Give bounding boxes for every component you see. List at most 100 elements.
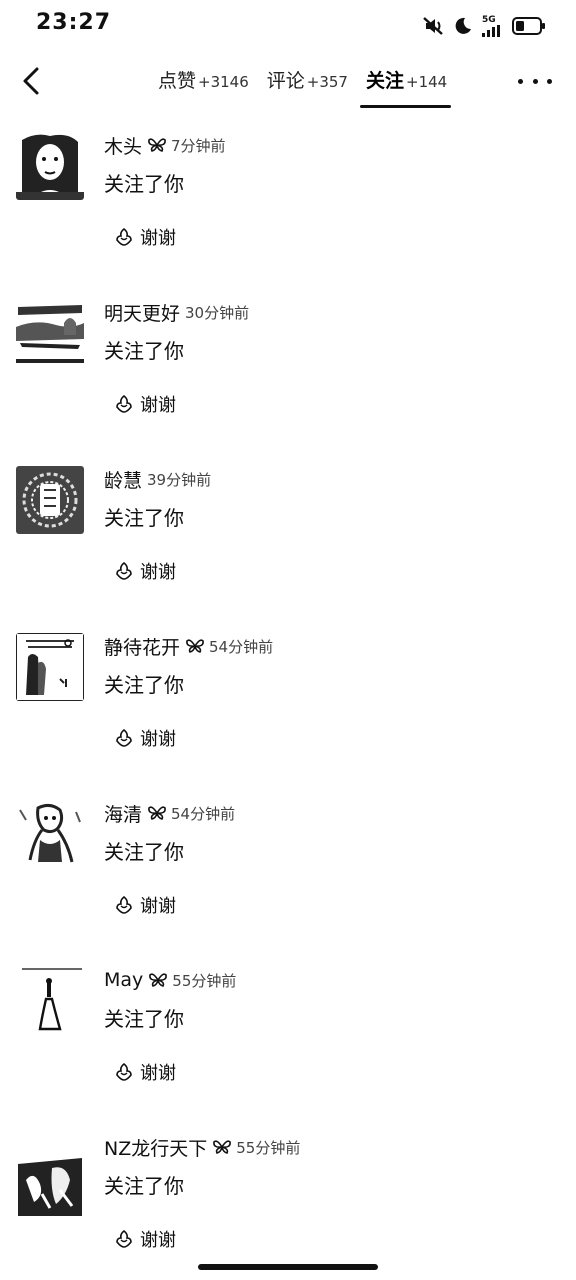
thanks-label: 谢谢 bbox=[140, 562, 176, 583]
user-name[interactable]: May bbox=[104, 969, 143, 991]
user-name[interactable]: 木头 bbox=[104, 132, 142, 159]
tab-comments[interactable]: 评论 +357 bbox=[267, 66, 348, 93]
user-name[interactable]: 龄慧 bbox=[104, 466, 142, 493]
butterfly-badge-icon bbox=[149, 973, 168, 987]
avatar[interactable] bbox=[16, 466, 84, 534]
name-row: NZ龙行天下 55分钟前 bbox=[104, 1134, 556, 1160]
top-nav: 点赞 +3146 评论 +357 关注 +144 bbox=[0, 52, 576, 110]
thanks-label: 谢谢 bbox=[140, 1230, 176, 1251]
thanks-button[interactable]: 谢谢 bbox=[114, 224, 176, 250]
name-row: 静待花开 54分钟前 bbox=[104, 633, 556, 659]
user-name[interactable]: 海清 bbox=[104, 800, 142, 827]
name-row: 木头 7分钟前 bbox=[104, 132, 556, 158]
time-ago: 55分钟前 bbox=[236, 1138, 301, 1157]
time-ago: 54分钟前 bbox=[209, 637, 274, 656]
thanks-button[interactable]: 谢谢 bbox=[114, 1226, 176, 1252]
action-text: 关注了你 bbox=[104, 673, 184, 697]
butterfly-badge-icon bbox=[186, 639, 204, 653]
flower-icon bbox=[116, 561, 132, 580]
list-item: NZ龙行天下 55分钟前 关注了你 谢谢 bbox=[0, 1128, 576, 1280]
signal-icon: 5G bbox=[482, 15, 502, 37]
time-ago: 55分钟前 bbox=[172, 971, 237, 990]
butterfly-badge-icon bbox=[213, 1140, 232, 1154]
avatar[interactable] bbox=[16, 132, 84, 200]
action-text: 关注了你 bbox=[104, 840, 184, 864]
butterfly-badge-icon bbox=[148, 138, 166, 152]
tab-label: 点赞 bbox=[158, 70, 197, 92]
flower-icon bbox=[116, 394, 132, 413]
flower-icon bbox=[116, 1062, 132, 1081]
avatar[interactable] bbox=[16, 299, 84, 367]
user-name[interactable]: 明天更好 bbox=[104, 299, 180, 326]
dot-icon bbox=[518, 78, 523, 84]
thanks-button[interactable]: 谢谢 bbox=[114, 558, 176, 584]
thanks-label: 谢谢 bbox=[140, 896, 176, 917]
chevron-left-icon bbox=[23, 67, 39, 95]
action-text: 关注了你 bbox=[104, 339, 184, 363]
tab-bar: 点赞 +3146 评论 +357 关注 +144 bbox=[158, 66, 465, 108]
thanks-button[interactable]: 谢谢 bbox=[114, 1059, 176, 1085]
notification-body: 明天更好 30分钟前 关注了你 bbox=[104, 299, 556, 364]
flower-icon bbox=[116, 1229, 132, 1248]
action-text: 关注了你 bbox=[104, 1174, 184, 1198]
thanks-label: 谢谢 bbox=[140, 1063, 176, 1084]
list-item: 龄慧 39分钟前 关注了你 谢谢 bbox=[0, 460, 576, 627]
user-name[interactable]: 静待花开 bbox=[104, 633, 180, 660]
butterfly-badge-icon bbox=[148, 806, 166, 820]
active-tab-indicator bbox=[359, 105, 452, 108]
tab-count: +357 bbox=[306, 73, 348, 91]
avatar[interactable] bbox=[16, 1150, 84, 1218]
back-button[interactable] bbox=[14, 64, 48, 98]
notification-body: 海清 54分钟前 关注了你 bbox=[104, 800, 556, 865]
name-row: 龄慧 39分钟前 bbox=[104, 466, 556, 492]
avatar[interactable] bbox=[16, 800, 84, 868]
notification-body: 木头 7分钟前 关注了你 bbox=[104, 132, 556, 197]
notification-list: 木头 7分钟前 关注了你 谢谢 明天更好 30分钟前 关注了你 谢谢 龄慧 39… bbox=[0, 126, 576, 1280]
tab-label: 关注 bbox=[365, 70, 404, 92]
tab-likes[interactable]: 点赞 +3146 bbox=[158, 66, 249, 93]
dot-icon bbox=[547, 78, 552, 84]
notification-body: May 55分钟前 关注了你 bbox=[104, 967, 556, 1032]
mute-icon bbox=[422, 16, 444, 36]
notification-body: 龄慧 39分钟前 关注了你 bbox=[104, 466, 556, 531]
thanks-button[interactable]: 谢谢 bbox=[114, 892, 176, 918]
avatar[interactable] bbox=[16, 967, 84, 1035]
thanks-button[interactable]: 谢谢 bbox=[114, 391, 176, 417]
thanks-label: 谢谢 bbox=[140, 395, 176, 416]
status-bar: 23:27 5G bbox=[0, 0, 576, 50]
thanks-label: 谢谢 bbox=[140, 729, 176, 750]
moon-icon bbox=[454, 17, 472, 35]
time-ago: 54分钟前 bbox=[171, 804, 236, 823]
tab-count: +3146 bbox=[198, 73, 249, 91]
thanks-button[interactable]: 谢谢 bbox=[114, 725, 176, 751]
flower-icon bbox=[116, 728, 132, 747]
time-ago: 30分钟前 bbox=[185, 303, 250, 322]
tab-count: +144 bbox=[406, 73, 448, 91]
name-row: May 55分钟前 bbox=[104, 967, 556, 993]
notification-body: NZ龙行天下 55分钟前 关注了你 bbox=[104, 1134, 556, 1199]
more-options-button[interactable] bbox=[518, 70, 552, 92]
status-icons: 5G bbox=[422, 14, 546, 38]
action-text: 关注了你 bbox=[104, 1007, 184, 1031]
name-row: 海清 54分钟前 bbox=[104, 800, 556, 826]
tab-follows[interactable]: 关注 +144 bbox=[359, 66, 452, 108]
flower-icon bbox=[116, 227, 132, 246]
notification-body: 静待花开 54分钟前 关注了你 bbox=[104, 633, 556, 698]
avatar[interactable] bbox=[16, 633, 84, 701]
time-ago: 7分钟前 bbox=[171, 136, 226, 155]
thanks-label: 谢谢 bbox=[140, 228, 176, 249]
status-time: 23:27 bbox=[36, 10, 112, 35]
list-item: 明天更好 30分钟前 关注了你 谢谢 bbox=[0, 293, 576, 460]
time-ago: 39分钟前 bbox=[147, 470, 212, 489]
list-item: 静待花开 54分钟前 关注了你 谢谢 bbox=[0, 627, 576, 794]
name-row: 明天更好 30分钟前 bbox=[104, 299, 556, 325]
user-name[interactable]: NZ龙行天下 bbox=[104, 1134, 207, 1161]
list-item: 木头 7分钟前 关注了你 谢谢 bbox=[0, 126, 576, 293]
list-item: May 55分钟前 关注了你 谢谢 bbox=[0, 961, 576, 1128]
dot-icon bbox=[532, 78, 538, 84]
list-item: 海清 54分钟前 关注了你 谢谢 bbox=[0, 794, 576, 961]
home-indicator[interactable] bbox=[198, 1264, 378, 1270]
action-text: 关注了你 bbox=[104, 506, 184, 530]
tab-label: 评论 bbox=[266, 70, 305, 92]
flower-icon bbox=[116, 895, 132, 914]
